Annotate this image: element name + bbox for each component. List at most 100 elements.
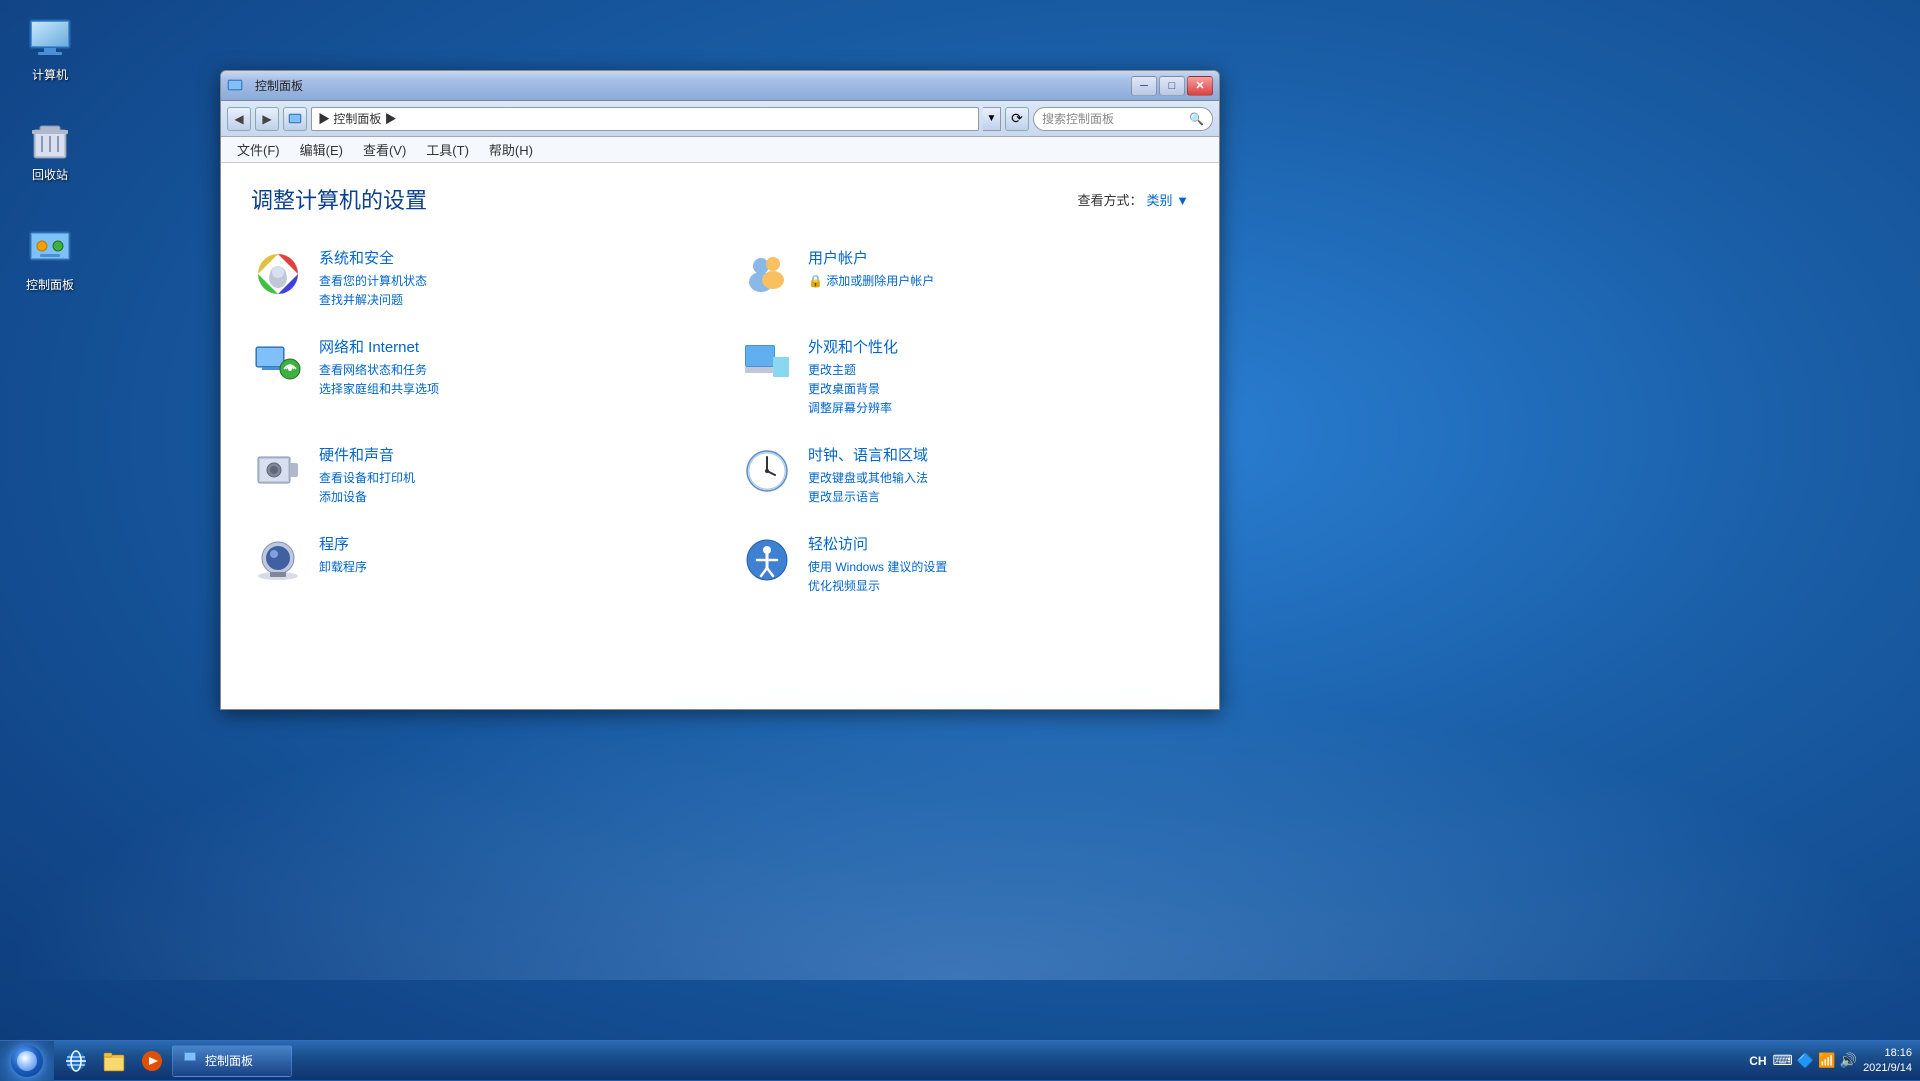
title-bar: 控制面板 ─ □ ✕ [221, 71, 1219, 101]
user-accounts-link-0[interactable]: 🔒 添加或删除用户帐户 [808, 272, 934, 289]
window-title: 控制面板 [251, 77, 1131, 94]
network-link-0[interactable]: 查看网络状态和任务 [319, 361, 439, 378]
network-link-1[interactable]: 选择家庭组和共享选项 [319, 380, 439, 397]
page-header: 调整计算机的设置 查看方式： 类别 ▼ [251, 183, 1189, 215]
computer-icon-label: 计算机 [32, 66, 68, 83]
minimize-button[interactable]: ─ [1131, 76, 1157, 96]
category-appearance: 外观和个性化 更改主题 更改桌面背景 调整屏幕分辨率 [740, 328, 1189, 424]
appearance-link-1[interactable]: 更改桌面背景 [808, 380, 898, 397]
location-icon [283, 107, 307, 131]
address-bar[interactable]: ▶ 控制面板 ▶ [311, 107, 979, 131]
refresh-button[interactable]: ⟳ [1005, 107, 1029, 131]
menu-file[interactable]: 文件(F) [229, 138, 288, 161]
start-orb-inner [17, 1051, 37, 1071]
appearance-title[interactable]: 外观和个性化 [808, 336, 898, 357]
system-security-icon [251, 247, 305, 301]
main-content: 调整计算机的设置 查看方式： 类别 ▼ [221, 163, 1219, 709]
taskbar-explorer[interactable] [96, 1045, 132, 1077]
recycle-icon-label: 回收站 [32, 166, 68, 183]
programs-icon [251, 533, 305, 587]
search-icon: 🔍 [1189, 112, 1204, 126]
clock-link-0[interactable]: 更改键盘或其他输入法 [808, 469, 928, 486]
system-security-link-1[interactable]: 查找并解决问题 [319, 291, 427, 308]
controlpanel-desktop-icon-label: 控制面板 [26, 276, 74, 293]
network-tray-icon: 📶 [1818, 1052, 1835, 1069]
programs-title[interactable]: 程序 [319, 533, 367, 554]
accessibility-text: 轻松访问 使用 Windows 建议的设置 优化视频显示 [808, 533, 947, 594]
start-button[interactable] [0, 1041, 54, 1081]
accessibility-link-1[interactable]: 优化视频显示 [808, 577, 947, 594]
system-security-link-0[interactable]: 查看您的计算机状态 [319, 272, 427, 289]
volume-tray-icon: 🔊 [1840, 1052, 1857, 1069]
network-links: 查看网络状态和任务 选择家庭组和共享选项 [319, 361, 439, 397]
appearance-link-0[interactable]: 更改主题 [808, 361, 898, 378]
start-orb [11, 1045, 43, 1077]
taskbar: 控制面板 CH ⌨ 🔷 📶 🔊 18:16 2021/9/14 [0, 1040, 1920, 1080]
taskbar-right: CH ⌨ 🔷 📶 🔊 18:16 2021/9/14 [1741, 1046, 1920, 1075]
programs-link-0[interactable]: 卸载程序 [319, 558, 367, 575]
clock-date: 2021/9/14 [1863, 1061, 1912, 1075]
user-accounts-title[interactable]: 用户帐户 [808, 247, 934, 268]
clock-title[interactable]: 时钟、语言和区域 [808, 444, 928, 465]
search-bar[interactable]: 搜索控制面板 🔍 [1033, 107, 1213, 131]
category-clock: 时钟、语言和区域 更改键盘或其他输入法 更改显示语言 [740, 436, 1189, 513]
hardware-link-0[interactable]: 查看设备和打印机 [319, 469, 415, 486]
appearance-link-2[interactable]: 调整屏幕分辨率 [808, 399, 898, 416]
user-accounts-icon [740, 247, 794, 301]
network-title[interactable]: 网络和 Internet [319, 336, 439, 357]
menu-edit[interactable]: 编辑(E) [292, 138, 351, 161]
view-mode: 查看方式： 类别 ▼ [1077, 190, 1189, 209]
taskbar-ie[interactable] [58, 1045, 94, 1077]
desktop-icon-computer[interactable]: 计算机 [10, 10, 90, 87]
network-icon [251, 336, 305, 390]
programs-text: 程序 卸载程序 [319, 533, 367, 575]
user-accounts-links: 🔒 添加或删除用户帐户 [808, 272, 934, 289]
control-panel-window: 控制面板 ─ □ ✕ ◀ ▶ ▶ 控制面板 ▶ ▼ ⟳ 搜索控 [220, 70, 1220, 710]
taskbar-clock: 18:16 2021/9/14 [1863, 1046, 1912, 1075]
menu-help[interactable]: 帮助(H) [481, 138, 541, 161]
back-button[interactable]: ◀ [227, 107, 251, 131]
taskbar-cp-label: 控制面板 [205, 1052, 253, 1069]
clock-links: 更改键盘或其他输入法 更改显示语言 [808, 469, 928, 505]
hardware-links: 查看设备和打印机 添加设备 [319, 469, 415, 505]
hardware-text: 硬件和声音 查看设备和打印机 添加设备 [319, 444, 415, 505]
search-placeholder: 搜索控制面板 [1042, 110, 1114, 127]
category-hardware: 硬件和声音 查看设备和打印机 添加设备 [251, 436, 700, 513]
close-button[interactable]: ✕ [1187, 76, 1213, 96]
category-system-security: 系统和安全 查看您的计算机状态 查找并解决问题 [251, 239, 700, 316]
bluetooth-tray-icon: 🔷 [1797, 1052, 1814, 1069]
user-accounts-text: 用户帐户 🔒 添加或删除用户帐户 [808, 247, 934, 289]
computer-icon [26, 14, 74, 62]
system-security-title[interactable]: 系统和安全 [319, 247, 427, 268]
forward-button[interactable]: ▶ [255, 107, 279, 131]
clock-time: 18:16 [1863, 1046, 1912, 1060]
appearance-text: 外观和个性化 更改主题 更改桌面背景 调整屏幕分辨率 [808, 336, 898, 416]
taskbar-controlpanel[interactable]: 控制面板 [172, 1045, 292, 1077]
hardware-title[interactable]: 硬件和声音 [319, 444, 415, 465]
menu-tools[interactable]: 工具(T) [418, 138, 477, 161]
keyboard-tray-icon: ⌨ [1773, 1052, 1793, 1069]
hardware-icon [251, 444, 305, 498]
taskbar-media[interactable] [134, 1045, 170, 1077]
accessibility-link-0[interactable]: 使用 Windows 建议的设置 [808, 558, 947, 575]
desktop: 计算机 回收站 控制面板 [0, 0, 1920, 1080]
recycle-icon [26, 114, 74, 162]
accessibility-icon [740, 533, 794, 587]
system-security-text: 系统和安全 查看您的计算机状态 查找并解决问题 [319, 247, 427, 308]
address-bar-area: ◀ ▶ ▶ 控制面板 ▶ ▼ ⟳ 搜索控制面板 🔍 [221, 101, 1219, 137]
category-accessibility: 轻松访问 使用 Windows 建议的设置 优化视频显示 [740, 525, 1189, 602]
menu-view[interactable]: 查看(V) [355, 138, 414, 161]
clock-link-1[interactable]: 更改显示语言 [808, 488, 928, 505]
menu-bar: 文件(F) 编辑(E) 查看(V) 工具(T) 帮助(H) [221, 137, 1219, 163]
window-controls: ─ □ ✕ [1131, 76, 1213, 96]
address-dropdown-button[interactable]: ▼ [983, 107, 1001, 131]
maximize-button[interactable]: □ [1159, 76, 1185, 96]
category-grid: 系统和安全 查看您的计算机状态 查找并解决问题 [251, 239, 1189, 602]
accessibility-title[interactable]: 轻松访问 [808, 533, 947, 554]
page-title: 调整计算机的设置 [251, 183, 427, 215]
hardware-link-1[interactable]: 添加设备 [319, 488, 415, 505]
category-network: 网络和 Internet 查看网络状态和任务 选择家庭组和共享选项 [251, 328, 700, 424]
view-mode-value[interactable]: 类别 ▼ [1146, 190, 1189, 209]
desktop-icon-controlpanel[interactable]: 控制面板 [10, 220, 90, 297]
desktop-icon-recycle[interactable]: 回收站 [10, 110, 90, 187]
